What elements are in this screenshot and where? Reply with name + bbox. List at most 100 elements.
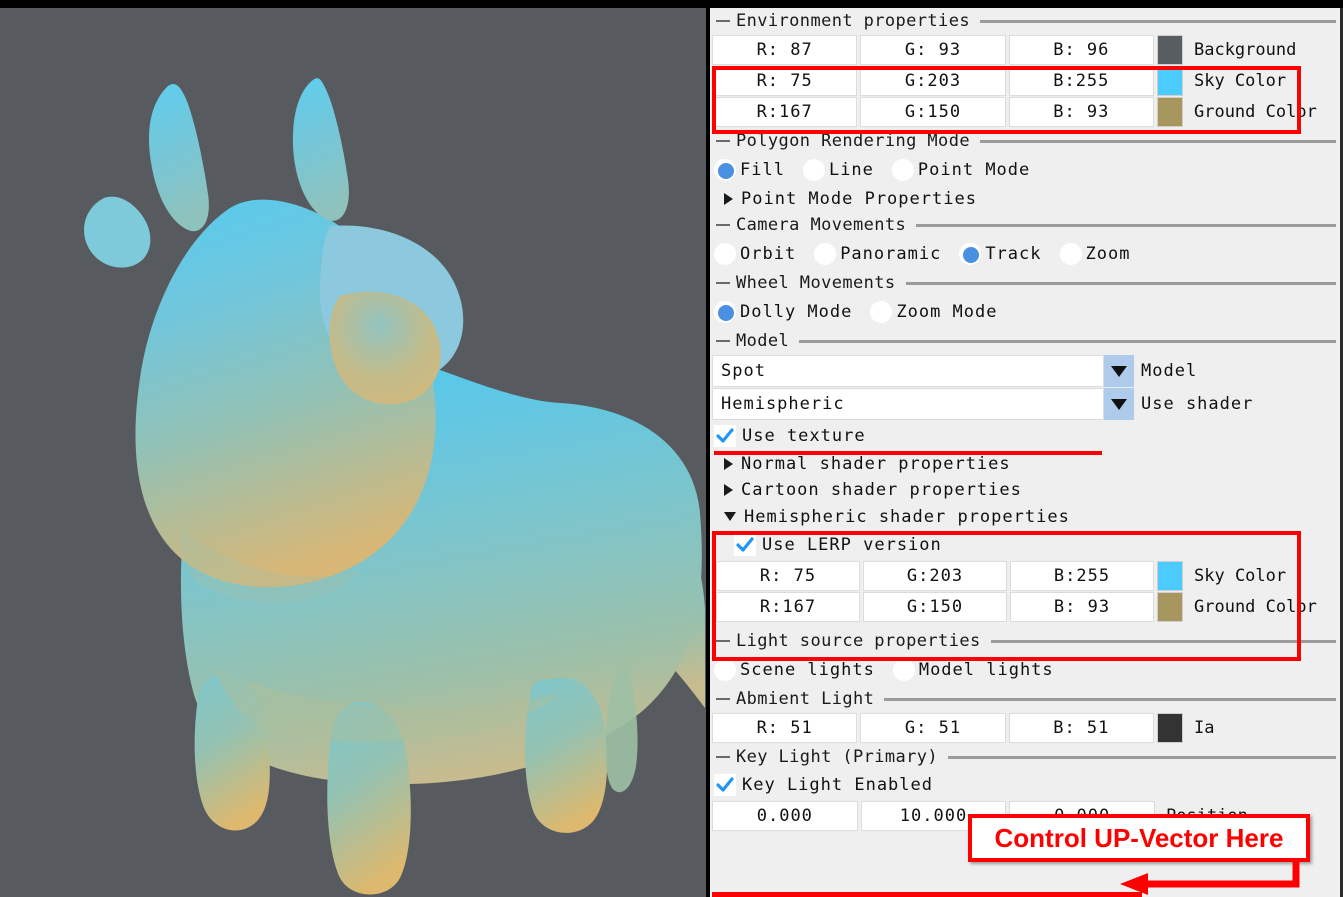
env-sky-g-field[interactable]: G:203 [860,66,1006,96]
radio-track[interactable] [959,243,982,265]
section-header-key-light[interactable]: Key Light (Primary) [710,744,1340,770]
section-title: Key Light (Primary) [736,747,939,767]
hemi-ground-g-field[interactable]: G:150 [863,592,1007,622]
header-rule [799,339,1336,343]
use-lerp-label: Use LERP version [762,535,942,555]
section-header-polygon-mode[interactable]: Polygon Rendering Mode [710,128,1340,154]
model-select[interactable]: Spot [712,355,1104,387]
collapse-icon[interactable] [716,756,730,758]
env-sky-label: Sky Color [1193,71,1287,91]
ambient-b-field[interactable]: B: 51 [1008,713,1154,743]
use-lerp-checkbox[interactable] [734,534,756,556]
header-rule [990,639,1336,643]
section-header-wheel-movements[interactable]: Wheel Movements [710,270,1340,296]
radio-line[interactable] [802,159,825,181]
radio-zoom-label: Zoom [1085,244,1131,264]
collapse-icon[interactable] [716,20,730,22]
ambient-color-swatch[interactable] [1156,713,1183,743]
key-light-enabled-row[interactable]: Key Light Enabled [710,770,1340,800]
hemi-ground-r-field[interactable]: R:167 [716,592,860,622]
shader-select-row: Hemispheric Use shader [710,388,1340,420]
radio-scene-lights[interactable] [714,659,736,681]
section-title: Light source properties [736,631,981,651]
hemi-sky-label: Sky Color [1194,566,1287,586]
hemi-sky-g-field[interactable]: G:203 [863,561,1007,591]
env-row-ground: R:167 G:150 B: 93 Ground Color [710,97,1340,127]
hemi-sky-b-field[interactable]: B:255 [1010,561,1154,591]
collapse-icon[interactable] [716,698,730,700]
chevron-right-icon [724,484,733,496]
env-bg-r-field[interactable]: R: 87 [712,35,858,65]
hemi-ground-color-swatch[interactable] [1157,592,1183,622]
hemi-ground-b-field[interactable]: B: 93 [1010,592,1154,622]
ambient-r-field[interactable]: R: 51 [712,713,858,743]
collapse-icon[interactable] [716,340,730,342]
radio-zoom-mode[interactable] [870,301,893,323]
key-light-pos-x-field[interactable]: 0.000 [712,801,858,831]
env-sky-r-field[interactable]: R: 75 [712,66,858,96]
chevron-right-icon [724,193,733,205]
section-header-camera-movements[interactable]: Camera Movements [710,212,1340,238]
radio-track-label: Track [985,244,1042,264]
section-header-model[interactable]: Model [710,328,1340,354]
radio-dolly-mode[interactable] [714,301,736,323]
radio-orbit[interactable] [714,243,736,265]
radio-panoramic[interactable] [814,243,837,265]
model-select-dropdown-button[interactable] [1104,355,1134,387]
collapse-icon[interactable] [716,640,730,642]
radio-panoramic-label: Panoramic [840,244,942,264]
env-bg-color-swatch[interactable] [1156,35,1183,65]
hemi-sky-r-field[interactable]: R: 75 [716,561,860,591]
env-bg-b-field[interactable]: B: 96 [1008,35,1154,65]
use-texture-row[interactable]: Use texture [710,421,1340,451]
env-ground-r-field[interactable]: R:167 [712,97,858,127]
env-sky-color-swatch[interactable] [1156,66,1183,96]
expander-label: Hemispheric shader properties [744,506,1070,527]
section-title: Environment properties [736,11,970,31]
section-title: Camera Movements [736,215,907,235]
section-header-environment[interactable]: Environment properties [710,8,1340,34]
model-select-row: Spot Model [710,355,1340,387]
section-header-ambient-light[interactable]: Abmient Light [710,686,1340,712]
chevron-down-icon [1111,365,1127,377]
env-ground-b-field[interactable]: B: 93 [1008,97,1154,127]
radio-fill-label: Fill [740,160,785,180]
radio-point-mode[interactable] [891,159,914,181]
underline-key-light-position [712,892,1142,897]
use-texture-label: Use texture [742,426,866,446]
ambient-light-row: R: 51 G: 51 B: 51 Ia [710,713,1340,743]
expander-point-mode-properties[interactable]: Point Mode Properties [710,186,1340,212]
radio-scene-lights-label: Scene lights [740,660,875,680]
radio-model-lights[interactable] [892,659,915,681]
env-ground-g-field[interactable]: G:150 [860,97,1006,127]
env-ground-label: Ground Color [1193,102,1317,122]
key-light-enabled-checkbox[interactable] [714,774,736,796]
hemi-sky-color-swatch[interactable] [1157,561,1183,591]
collapse-icon[interactable] [716,224,730,226]
header-rule [979,139,1336,143]
radio-zoom-mode-label: Zoom Mode [896,302,998,322]
section-title: Wheel Movements [736,273,896,293]
chevron-down-icon [724,512,736,521]
env-ground-color-swatch[interactable] [1156,97,1183,127]
collapse-icon[interactable] [716,140,730,142]
radio-fill[interactable] [714,159,736,181]
use-lerp-row[interactable]: Use LERP version [710,530,1340,560]
collapse-icon[interactable] [716,282,730,284]
header-rule [948,755,1336,759]
expander-cartoon-shader-properties[interactable]: Cartoon shader properties [710,477,1340,503]
annotation-up-vector-note: Control UP-Vector Here [968,814,1310,862]
use-texture-checkbox[interactable] [714,425,736,447]
check-icon [716,777,734,792]
expander-hemispheric-shader-properties[interactable]: Hemispheric shader properties [710,503,1340,530]
polygon-mode-radio-group: Fill Line Point Mode [710,154,1340,186]
section-header-light-source[interactable]: Light source properties [710,628,1340,654]
check-icon [736,537,754,552]
env-bg-g-field[interactable]: G: 93 [860,35,1006,65]
3d-viewport[interactable] [0,8,706,897]
shader-select-dropdown-button[interactable] [1104,388,1134,420]
radio-zoom[interactable] [1059,243,1082,265]
shader-select[interactable]: Hemispheric [712,388,1104,420]
ambient-g-field[interactable]: G: 51 [860,713,1006,743]
env-sky-b-field[interactable]: B:255 [1008,66,1154,96]
